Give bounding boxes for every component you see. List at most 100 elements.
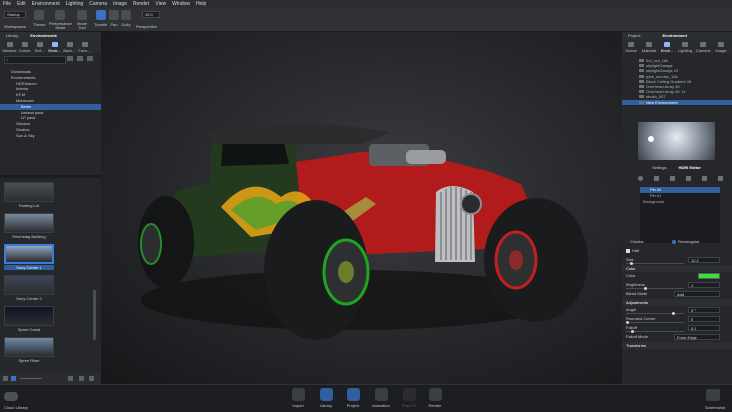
bottom-project-button[interactable]: Project — [342, 388, 364, 408]
dolly-button[interactable]: Dolly — [121, 10, 131, 27]
library-search-input[interactable]: ⌕ — [4, 56, 66, 64]
category-favorites[interactable]: Favo... — [77, 42, 92, 53]
performance-mode-button[interactable]: Performance Mode — [49, 10, 72, 30]
brightness-slider[interactable] — [626, 287, 684, 290]
bottom-animation-button[interactable]: Animation — [370, 388, 392, 408]
tumble-button[interactable]: Tumble — [94, 10, 107, 27]
tab-environment[interactable]: Environment — [646, 33, 692, 38]
project-scene[interactable]: Scene — [622, 42, 640, 53]
menu-edit[interactable]: Edit — [17, 1, 26, 7]
tab-hdri-editor[interactable]: HDRI Editor — [672, 165, 706, 170]
category-meshes[interactable]: Meshes — [2, 42, 17, 53]
paint-icon[interactable] — [653, 176, 659, 181]
tree-item[interactable]: Sun & Sky — [0, 133, 101, 139]
menu-window[interactable]: Window — [172, 1, 190, 7]
size-slider-handle[interactable] — [630, 262, 633, 265]
move-tool-button[interactable]: Move Tool — [77, 10, 87, 30]
menu-lighting[interactable]: Lighting — [66, 1, 84, 7]
size-field[interactable]: 12.2 — [688, 257, 720, 263]
environment-thumbnail[interactable] — [4, 337, 54, 357]
project-material[interactable]: Material — [640, 42, 658, 53]
color-section-header[interactable]: Color — [622, 265, 732, 272]
brightness-field[interactable]: 1 — [688, 282, 720, 288]
project-environment[interactable]: Envir... — [658, 42, 676, 53]
rectangular-radio-icon[interactable] — [672, 240, 676, 244]
project-image[interactable]: Image — [712, 42, 730, 53]
cloud-icon[interactable] — [4, 392, 18, 401]
fov-field[interactable]: 45.0 — [142, 11, 160, 18]
environment-thumb-icon — [639, 59, 644, 62]
bottom-import-button[interactable]: Import — [287, 388, 309, 408]
bottom-render-button[interactable]: Render — [424, 388, 446, 408]
zoom-icon[interactable] — [68, 376, 73, 381]
menu-environment[interactable]: Environment — [32, 1, 60, 7]
perspective-label[interactable]: Perspective — [136, 24, 157, 29]
add-light-icon[interactable] — [637, 176, 643, 181]
rounded-corner-slider[interactable] — [626, 321, 684, 324]
folder-icon[interactable] — [67, 56, 73, 61]
category-textures[interactable]: Text... — [32, 42, 47, 53]
rounded-corner-field[interactable]: 0 — [688, 316, 720, 322]
image-layer-icon[interactable] — [669, 176, 675, 181]
shape-circular[interactable]: Circular — [630, 238, 644, 245]
list-view-icon[interactable] — [77, 56, 83, 61]
category-colors[interactable]: Colors — [17, 42, 32, 53]
category-environments[interactable]: Envir... — [47, 42, 62, 53]
environment-thumbnail-label: Sony Center 2 — [16, 296, 42, 301]
size-slider[interactable] — [626, 262, 684, 265]
transforms-section-header[interactable]: Transforms — [622, 342, 732, 349]
bottom-library-button[interactable]: Library — [315, 388, 337, 408]
add-icon[interactable] — [89, 376, 94, 381]
bottom-post-fx-button[interactable]: Post FX — [398, 388, 420, 408]
screenshot-label[interactable]: Screenshot — [705, 405, 725, 410]
thumb-size-slider[interactable] — [20, 378, 42, 379]
thumbnail-scrollbar[interactable] — [93, 290, 96, 340]
half-checkbox[interactable] — [626, 249, 630, 253]
environment-thumbnail[interactable] — [4, 182, 54, 202]
color-swatch[interactable] — [698, 273, 720, 279]
angle-field[interactable]: 0 ° — [688, 307, 720, 313]
environment-thumb-icon — [639, 90, 644, 94]
environment-thumbnail[interactable] — [4, 275, 54, 295]
shape-rectangular[interactable]: Rectangular — [678, 238, 700, 245]
project-lighting[interactable]: Lighting — [676, 42, 694, 53]
layer-background[interactable]: Background — [640, 199, 720, 205]
import-icon[interactable] — [79, 376, 84, 381]
sun-icon[interactable] — [701, 176, 707, 181]
environment-list-item[interactable]: New Environment — [622, 99, 732, 105]
falloff-field[interactable]: 0.1 — [688, 325, 720, 331]
workspace-dropdown[interactable]: Startup — [4, 11, 26, 18]
menu-view[interactable]: View — [155, 1, 166, 7]
environment-thumbnail[interactable] — [4, 306, 54, 326]
menu-image[interactable]: Image — [113, 1, 127, 7]
gradient-icon[interactable] — [685, 176, 691, 181]
environment-thumbnail[interactable] — [4, 244, 54, 264]
project-camera[interactable]: Camera — [694, 42, 712, 53]
folder-add-icon[interactable] — [717, 176, 723, 181]
screenshot-icon[interactable] — [706, 389, 720, 401]
grid-view-icon[interactable] — [3, 376, 8, 381]
menu-file[interactable]: File — [3, 1, 11, 7]
falloff-slider[interactable] — [626, 330, 684, 333]
tab-project[interactable]: Project — [622, 33, 646, 38]
falloff-mode-dropdown[interactable]: From Edge — [674, 334, 720, 340]
category-backplates[interactable]: Back... — [62, 42, 77, 53]
theme-button[interactable]: Theme — [33, 10, 45, 27]
menu-render[interactable]: Render — [133, 1, 149, 7]
tab-settings[interactable]: Settings — [622, 165, 672, 170]
adjustments-section-header[interactable]: Adjustments — [622, 299, 732, 306]
blend-mode-row: Blend Mode Add — [622, 290, 732, 299]
3d-viewport[interactable] — [101, 32, 622, 384]
menu-camera[interactable]: Camera — [89, 1, 107, 7]
pan-button[interactable]: Pan — [109, 10, 119, 27]
thumb-view-icon[interactable] — [11, 376, 16, 381]
tab-library[interactable]: Library — [0, 33, 24, 38]
tab-environments[interactable]: Environments — [24, 33, 63, 38]
angle-slider[interactable] — [626, 312, 684, 315]
environment-thumbnail[interactable] — [4, 213, 54, 233]
refresh-icon[interactable] — [87, 56, 93, 61]
blend-mode-dropdown[interactable]: Add — [674, 291, 720, 297]
cloud-library-label[interactable]: Cloud Library — [4, 405, 28, 410]
light-pin-marker[interactable] — [648, 136, 654, 142]
menu-help[interactable]: Help — [196, 1, 206, 7]
